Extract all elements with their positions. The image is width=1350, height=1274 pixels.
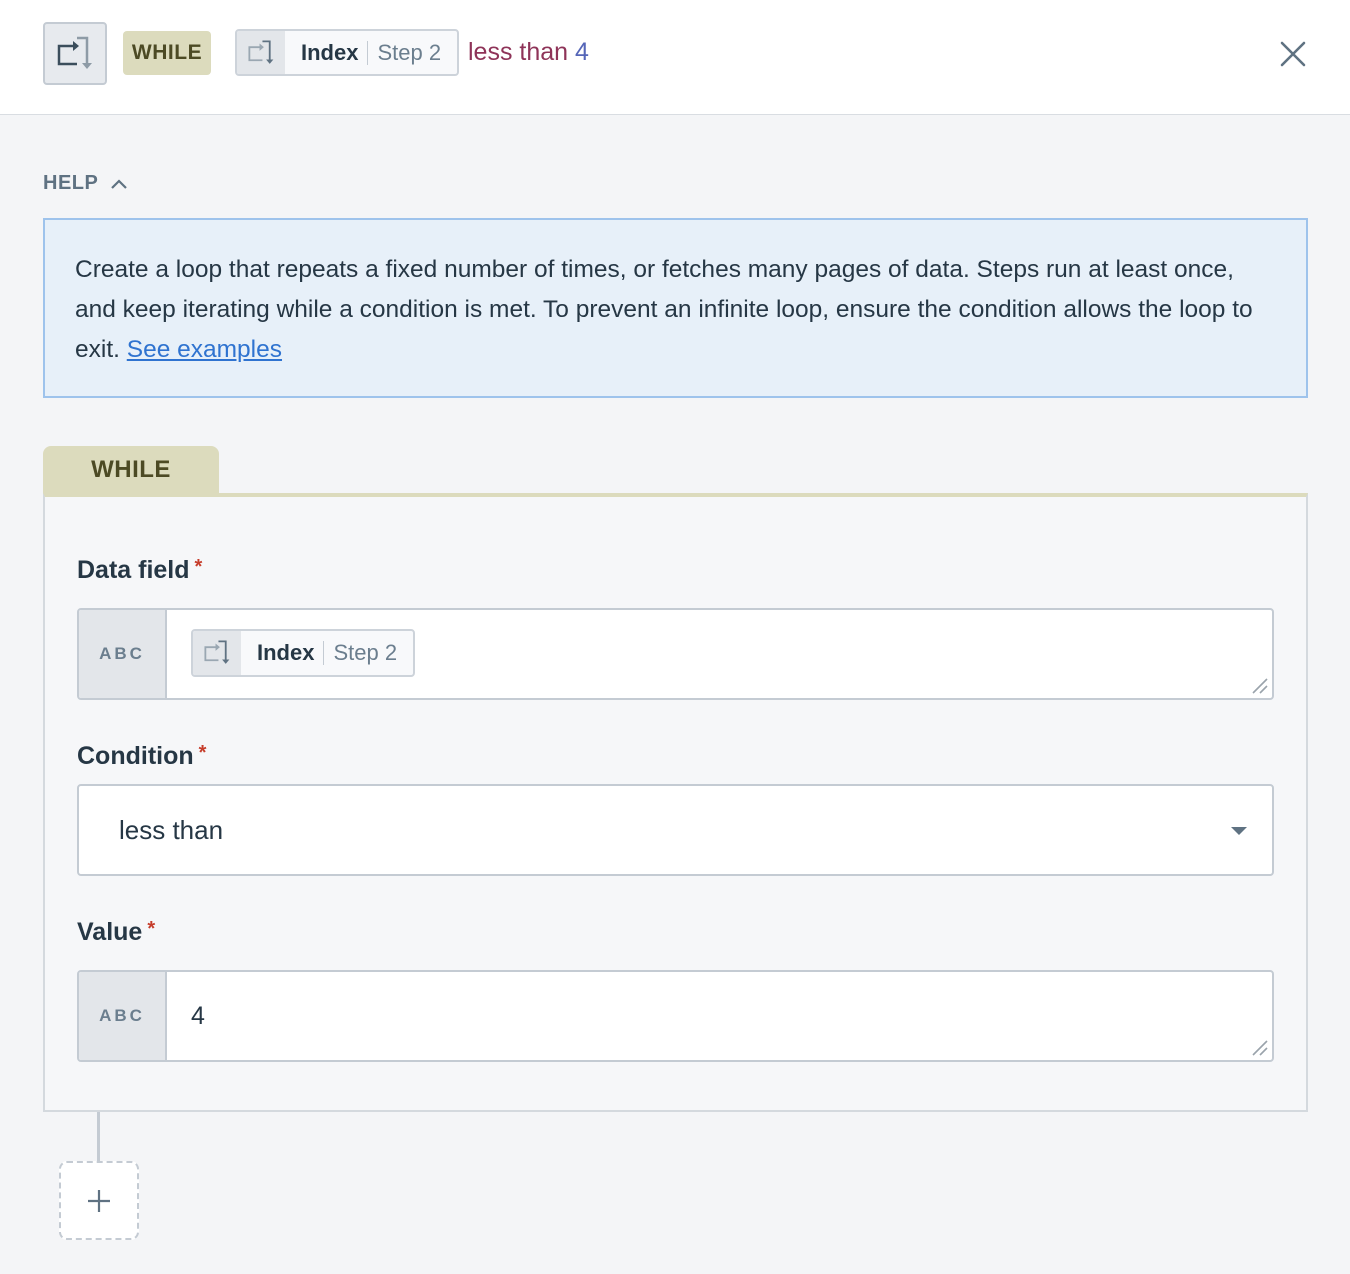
value-label-text: Value bbox=[77, 918, 143, 946]
help-panel: Create a loop that repeats a fixed numbe… bbox=[43, 218, 1308, 398]
add-step-button[interactable] bbox=[59, 1161, 139, 1240]
data-reference-pill[interactable]: Index Step 2 bbox=[235, 29, 460, 76]
reference-divider bbox=[367, 40, 369, 65]
required-asterisk: * bbox=[194, 556, 203, 578]
data-field-label-text: Data field bbox=[77, 556, 190, 584]
reference-name: Index bbox=[257, 640, 315, 665]
reference-name: Index bbox=[301, 39, 359, 65]
chevron-up-icon bbox=[111, 178, 128, 189]
value-input[interactable]: ABC 4 bbox=[77, 970, 1274, 1062]
type-badge-text[interactable]: ABC bbox=[79, 610, 167, 698]
condition-select[interactable]: less than bbox=[77, 784, 1274, 876]
data-field-input[interactable]: ABC Index Step 2 bbox=[77, 608, 1274, 700]
value-input-text[interactable]: 4 bbox=[191, 972, 205, 1060]
value-label: Value * bbox=[77, 918, 155, 947]
step-icon-button[interactable] bbox=[43, 22, 107, 85]
data-field-label: Data field * bbox=[77, 556, 202, 585]
loop-icon bbox=[193, 631, 241, 675]
type-badge-text[interactable]: ABC bbox=[79, 972, 167, 1060]
reference-divider bbox=[323, 641, 325, 665]
condition-label-text: Condition bbox=[77, 742, 194, 770]
loop-icon bbox=[57, 36, 92, 69]
summary-operator: less than bbox=[468, 38, 569, 66]
condition-summary: less than 4 bbox=[468, 34, 589, 70]
plus-icon bbox=[88, 1189, 110, 1212]
reference-step: Step 2 bbox=[377, 39, 442, 65]
data-field-reference-pill[interactable]: Index Step 2 bbox=[191, 629, 416, 677]
condition-selected-value: less than bbox=[119, 814, 224, 845]
reference-step: Step 2 bbox=[333, 640, 398, 665]
resize-handle-icon[interactable] bbox=[1251, 1039, 1269, 1057]
step-header: WHILE Index Step 2 less than 4 bbox=[0, 0, 1350, 115]
close-button[interactable] bbox=[1272, 33, 1314, 75]
condition-label: Condition * bbox=[77, 742, 206, 771]
resize-handle-icon[interactable] bbox=[1251, 677, 1269, 695]
help-toggle[interactable]: HELP bbox=[43, 172, 128, 195]
caret-down-icon bbox=[1231, 827, 1247, 835]
step-connector-line bbox=[97, 1112, 100, 1162]
required-asterisk: * bbox=[198, 742, 207, 764]
while-tab[interactable]: WHILE bbox=[43, 446, 219, 496]
summary-value: 4 bbox=[575, 38, 589, 66]
required-asterisk: * bbox=[147, 918, 156, 940]
see-examples-link[interactable]: See examples bbox=[127, 336, 282, 363]
step-type-badge: WHILE bbox=[123, 31, 211, 75]
help-toggle-label: HELP bbox=[43, 172, 99, 194]
loop-icon bbox=[237, 31, 285, 74]
close-icon bbox=[1280, 41, 1306, 67]
